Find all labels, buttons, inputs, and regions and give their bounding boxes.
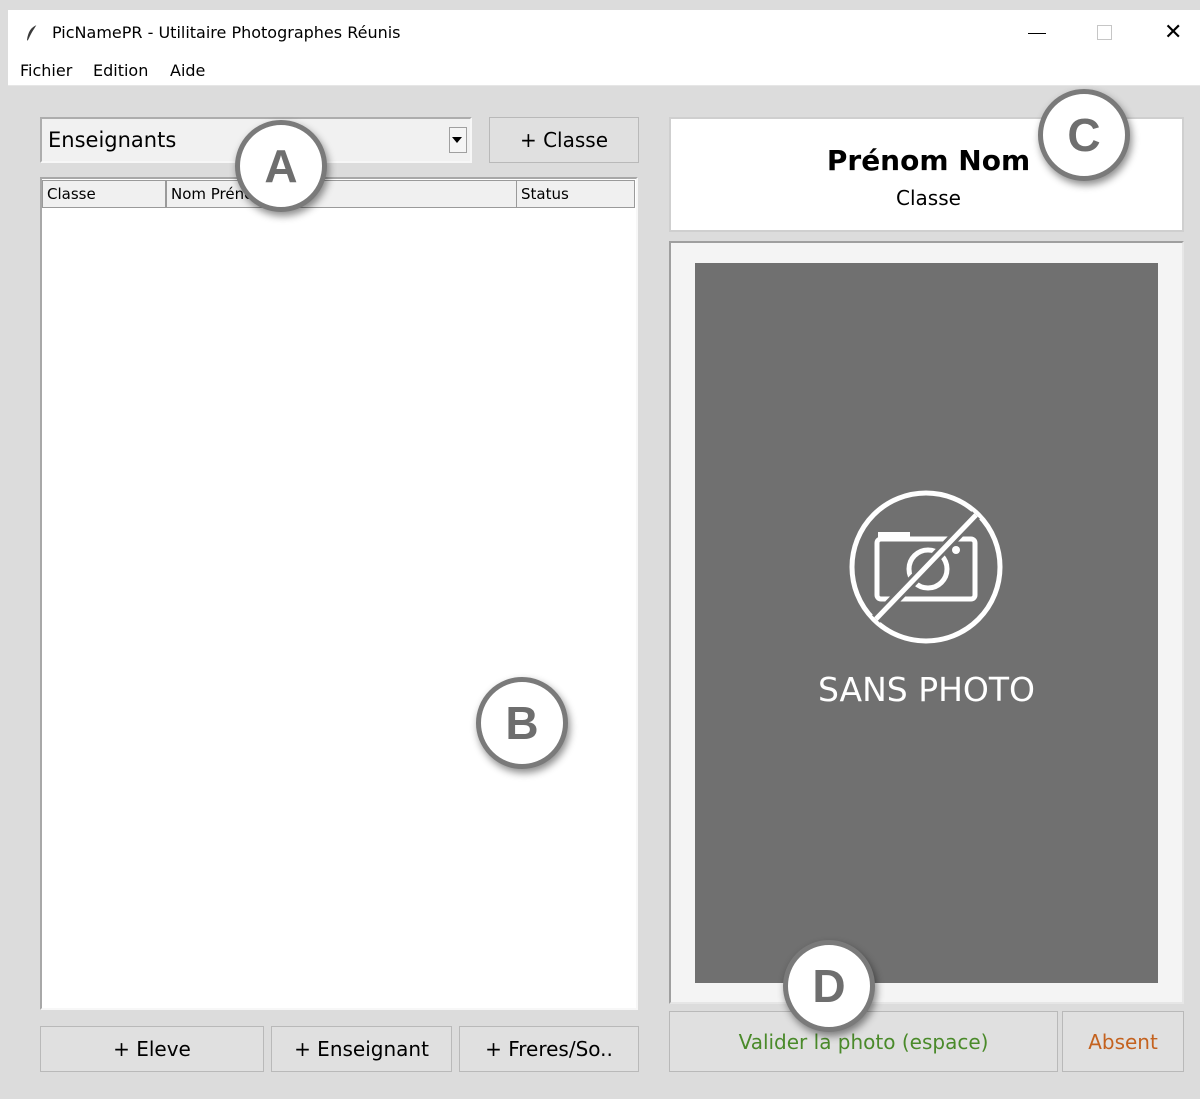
column-header-nom-prenom[interactable]: Nom Prénom — [166, 180, 518, 208]
callout-marker-c: C — [1038, 89, 1130, 181]
column-header-classe[interactable]: Classe — [42, 180, 166, 208]
chevron-down-icon — [452, 137, 462, 143]
menu-fichier[interactable]: Fichier — [20, 61, 72, 80]
callout-marker-a: A — [235, 120, 327, 212]
add-teacher-button[interactable]: + Enseignant — [271, 1026, 452, 1072]
people-list[interactable] — [40, 177, 638, 1010]
add-student-button[interactable]: + Eleve — [40, 1026, 264, 1072]
minimize-button[interactable] — [1028, 33, 1046, 34]
callout-marker-d: D — [783, 940, 875, 1032]
window-title: PicNamePR - Utilitaire Photographes Réun… — [52, 23, 401, 42]
callout-marker-b: B — [476, 677, 568, 769]
menu-aide[interactable]: Aide — [170, 61, 205, 80]
close-button[interactable]: ✕ — [1164, 22, 1182, 44]
feather-icon — [27, 24, 38, 42]
menu-edition[interactable]: Edition — [93, 61, 148, 80]
add-siblings-button[interactable]: + Freres/So.. — [459, 1026, 639, 1072]
validate-photo-button[interactable]: Valider la photo (espace) — [669, 1011, 1058, 1072]
absent-button[interactable]: Absent — [1062, 1011, 1184, 1072]
maximize-button[interactable] — [1097, 25, 1112, 40]
no-camera-icon — [849, 490, 1003, 644]
group-select-value: Enseignants — [48, 128, 177, 152]
person-class: Classe — [896, 186, 961, 210]
add-class-button[interactable]: + Classe — [489, 117, 639, 163]
no-photo-label: SANS PHOTO — [817, 670, 1036, 709]
column-header-status[interactable]: Status — [516, 180, 635, 208]
